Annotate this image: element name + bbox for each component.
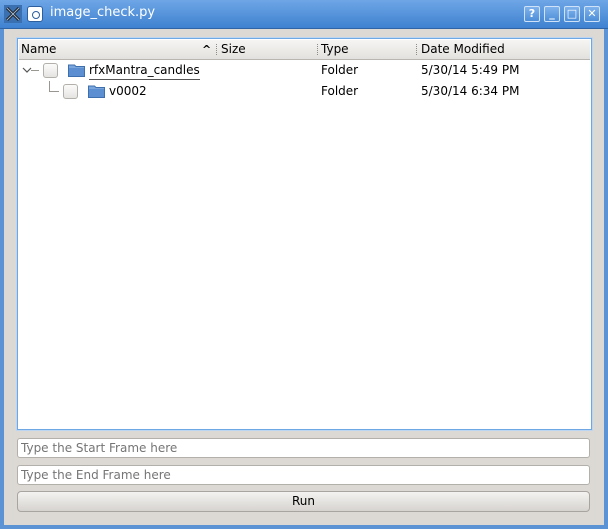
tree-item-name: rfxMantra_candles	[89, 60, 200, 80]
tree-item-name: v0002	[109, 84, 147, 98]
tree-header: Name ^ Size Type Date Modified	[19, 40, 590, 60]
tree-branch-line	[49, 81, 50, 91]
tree-item-type: Folder	[321, 63, 359, 77]
row-checkbox[interactable]	[43, 63, 58, 78]
folder-icon	[68, 64, 85, 77]
app-window: image_check.py ? _ □ ✕ Name ^ Size Type …	[0, 0, 608, 529]
tree-branch-line	[31, 70, 39, 71]
tree-item-date: 5/30/14 5:49 PM	[421, 63, 520, 77]
title-bar[interactable]: image_check.py ? _ □ ✕	[0, 0, 608, 29]
end-frame-input[interactable]	[17, 465, 590, 485]
column-resize-handle[interactable]	[317, 44, 320, 55]
client-area: Name ^ Size Type Date Modified rfxMantra…	[4, 29, 604, 525]
column-header-size[interactable]: Size	[221, 40, 246, 59]
close-button[interactable]: ✕	[584, 6, 600, 22]
tree-row[interactable]: rfxMantra_candles Folder 5/30/14 5:49 PM	[19, 60, 590, 81]
maximize-button[interactable]: □	[564, 6, 580, 22]
start-frame-input[interactable]	[17, 438, 590, 458]
window-title: image_check.py	[50, 5, 156, 20]
column-header-name[interactable]: Name	[21, 40, 56, 59]
minimize-button[interactable]: _	[544, 6, 560, 22]
tree-item-type: Folder	[321, 84, 359, 98]
tree-row[interactable]: v0002 Folder 5/30/14 6:34 PM	[19, 81, 590, 102]
column-resize-handle[interactable]	[416, 44, 419, 55]
column-header-date[interactable]: Date Modified	[421, 40, 505, 59]
run-button[interactable]: Run	[17, 491, 590, 512]
column-resize-handle[interactable]	[216, 44, 219, 55]
file-tree-view[interactable]: Name ^ Size Type Date Modified rfxMantra…	[17, 38, 592, 430]
help-button[interactable]: ?	[524, 6, 540, 22]
folder-icon	[88, 85, 105, 98]
window-menu-icon[interactable]	[4, 5, 22, 23]
column-header-type[interactable]: Type	[321, 40, 349, 59]
app-icon	[27, 6, 43, 22]
tree-item-date: 5/30/14 6:34 PM	[421, 84, 520, 98]
row-checkbox[interactable]	[63, 84, 78, 99]
sort-ascending-icon: ^	[202, 43, 212, 56]
tree-branch-line	[49, 91, 59, 92]
